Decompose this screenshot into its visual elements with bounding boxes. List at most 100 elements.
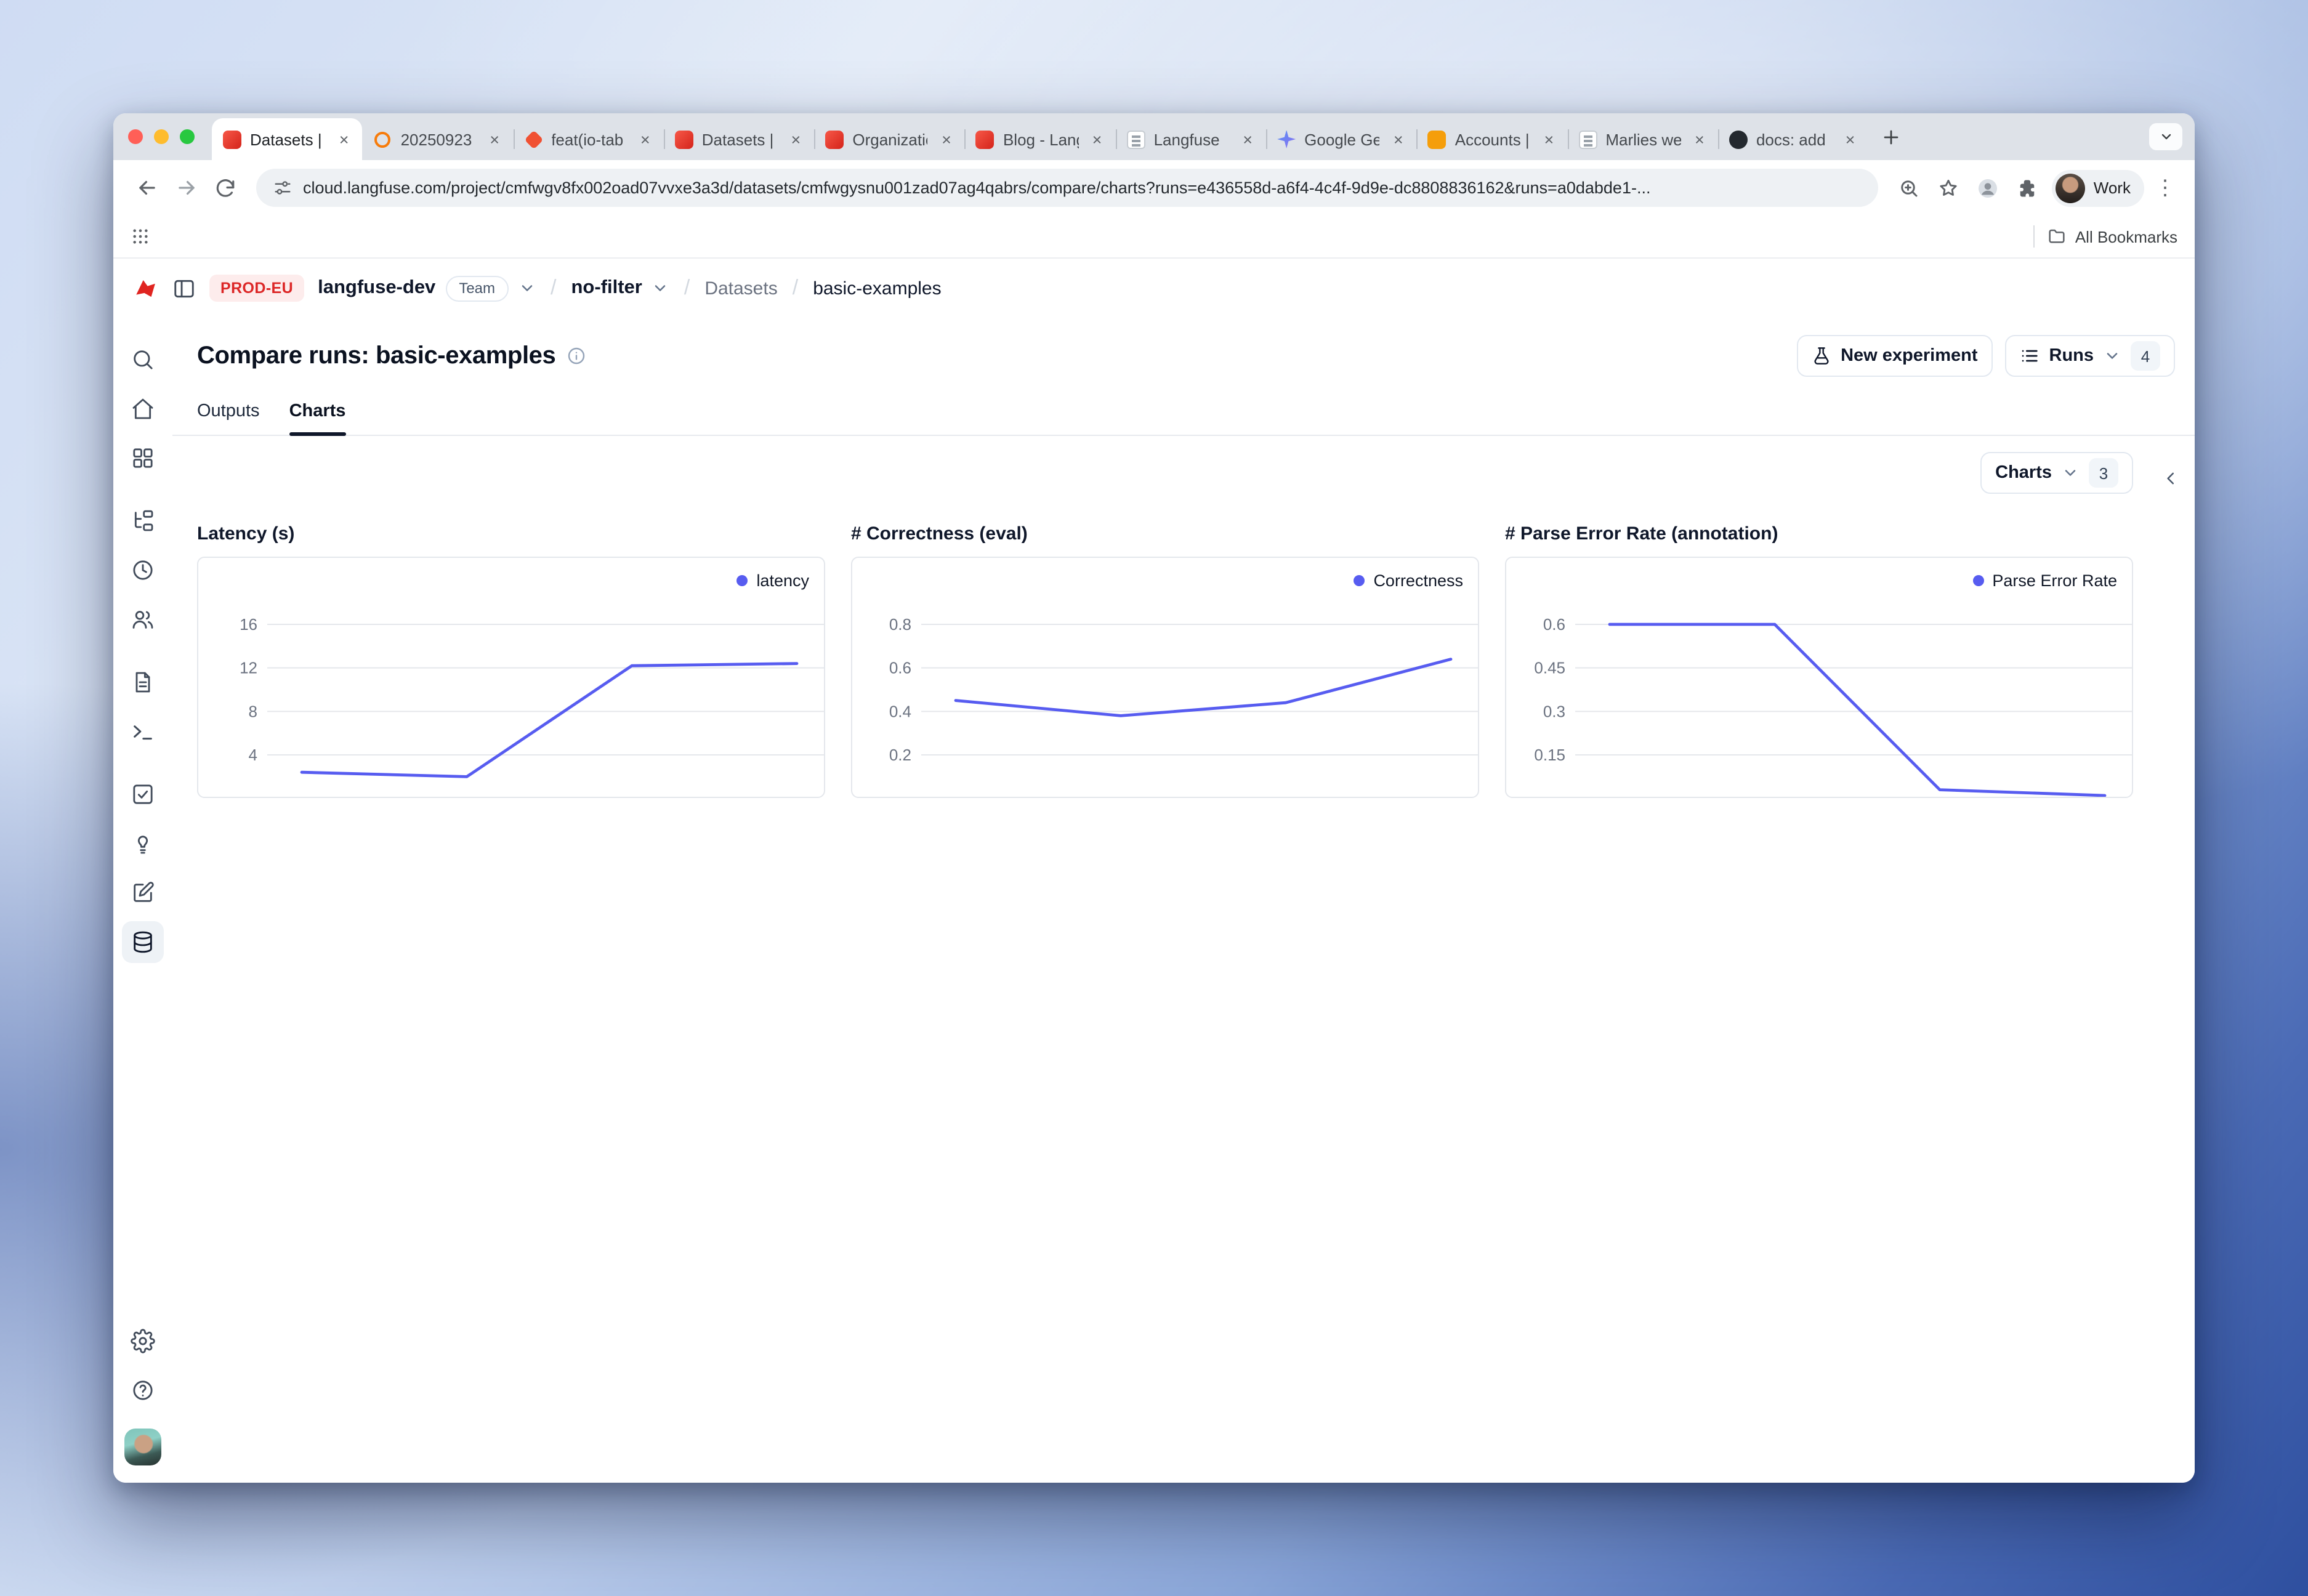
tab-title: Datasets | l	[702, 130, 778, 148]
sidebar-item-search[interactable]	[122, 339, 164, 381]
info-icon[interactable]	[567, 346, 586, 366]
svg-text:8: 8	[249, 702, 257, 720]
site-info-icon[interactable]	[273, 179, 292, 197]
sidebar-item-tracing[interactable]	[122, 500, 164, 542]
sidebar-item-evaluators[interactable]	[122, 823, 164, 864]
app-sidebar	[113, 318, 172, 1483]
browser-tab[interactable]: 20250923 ×	[363, 118, 514, 160]
browser-tab[interactable]: Google Ge ×	[1266, 118, 1417, 160]
bookmarks-bar: All Bookmarks	[113, 216, 2195, 259]
browser-tab[interactable]: Accounts | ×	[1417, 118, 1568, 160]
tab-close-icon[interactable]: ×	[1539, 129, 1559, 149]
charts-filter-row: Charts 3	[197, 452, 2133, 494]
browser-tab[interactable]: Datasets | l ×	[212, 118, 363, 160]
browser-tab-strip: Datasets | l × 20250923 × feat(io-tab × …	[113, 113, 2195, 160]
sidebar-item-annotations[interactable]	[122, 872, 164, 914]
tab-close-icon[interactable]: ×	[1087, 129, 1107, 149]
collapse-panel-button[interactable]	[2155, 463, 2185, 493]
minimize-window-icon[interactable]	[154, 129, 169, 144]
zoom-icon[interactable]	[1890, 169, 1927, 206]
reload-icon[interactable]	[207, 169, 244, 206]
sidebar-item-home[interactable]	[122, 388, 164, 430]
tab-favicon-icon	[1127, 130, 1145, 148]
langfuse-app: PROD-EU langfuse-dev Team / no-filter /	[113, 259, 2195, 1483]
apps-grid-icon[interactable]	[131, 227, 150, 246]
org-switcher[interactable]: langfuse-dev Team	[318, 275, 536, 301]
chart-title: # Parse Error Rate (annotation)	[1505, 523, 2133, 546]
charts-filter-button[interactable]: Charts 3	[1980, 452, 2133, 494]
sidebar-item-prompts[interactable]	[122, 661, 164, 703]
check-square-icon	[131, 782, 155, 807]
sidebar-toggle-icon[interactable]	[172, 276, 196, 300]
browser-tab[interactable]: Marlies we ×	[1567, 118, 1718, 160]
app-body: Compare runs: basic-examples New experim…	[113, 318, 2195, 1483]
chevron-down-icon	[518, 280, 536, 297]
browser-tab[interactable]: Datasets | l ×	[664, 118, 815, 160]
correctness-chart: Correctness 0.80.60.40.2	[851, 557, 1479, 798]
sidebar-item-datasets[interactable]	[122, 921, 164, 963]
tab-close-icon[interactable]: ×	[1690, 129, 1709, 149]
browser-profile-avatar	[2056, 173, 2085, 203]
all-bookmarks-button[interactable]: All Bookmarks	[2047, 227, 2177, 246]
runs-count-badge: 4	[2131, 341, 2160, 371]
main-panel: Compare runs: basic-examples New experim…	[172, 318, 2195, 1483]
database-icon	[131, 930, 155, 954]
tab-close-icon[interactable]: ×	[1841, 129, 1860, 149]
address-bar[interactable]: cloud.langfuse.com/project/cmfwgv8fx002o…	[256, 169, 1878, 207]
browser-profile-chip[interactable]: Work	[2052, 169, 2144, 206]
tab-close-icon[interactable]: ×	[786, 129, 805, 149]
charts-grid: Latency (s) latency 161284 # Correctness…	[197, 509, 2133, 798]
tab-close-icon[interactable]: ×	[636, 129, 655, 149]
zoom-window-icon[interactable]	[180, 129, 195, 144]
tab-title: 20250923	[401, 130, 477, 148]
sidebar-item-scores[interactable]	[122, 773, 164, 815]
account-icon[interactable]	[1969, 169, 2006, 206]
tab-close-icon[interactable]: ×	[334, 129, 354, 149]
browser-tab[interactable]: feat(io-tab ×	[513, 118, 664, 160]
forward-icon[interactable]	[167, 169, 204, 206]
sidebar-item-users[interactable]	[122, 598, 164, 640]
chevron-left-icon	[2161, 469, 2179, 487]
breadcrumb-datasets-link[interactable]: Datasets	[704, 278, 777, 299]
gear-icon	[131, 1329, 155, 1353]
sidebar-item-settings[interactable]	[122, 1320, 164, 1362]
sidebar-item-support[interactable]	[122, 1369, 164, 1411]
bookmark-star-icon[interactable]	[1930, 169, 1967, 206]
browser-profile-label: Work	[2094, 179, 2131, 197]
sidebar-item-sessions[interactable]	[122, 549, 164, 591]
new-experiment-button[interactable]: New experiment	[1796, 335, 1992, 377]
close-window-icon[interactable]	[128, 129, 143, 144]
runs-dropdown-button[interactable]: Runs 4	[2005, 335, 2176, 377]
extensions-icon[interactable]	[2009, 169, 2046, 206]
back-icon[interactable]	[128, 169, 165, 206]
new-tab-button[interactable]	[1874, 119, 1908, 154]
user-avatar[interactable]	[124, 1429, 161, 1465]
sidebar-item-playground[interactable]	[122, 711, 164, 752]
langfuse-logo-icon[interactable]	[133, 275, 159, 301]
tab-close-icon[interactable]: ×	[485, 129, 504, 149]
legend-label: latency	[756, 571, 809, 590]
tab-close-icon[interactable]: ×	[1238, 129, 1257, 149]
browser-tab[interactable]: Blog - Lang ×	[965, 118, 1116, 160]
tab-search-button[interactable]	[2149, 123, 2182, 150]
tab-title: Langfuse	[1154, 130, 1230, 148]
tab-charts[interactable]: Charts	[289, 387, 346, 435]
browser-tab[interactable]: Langfuse ×	[1116, 118, 1267, 160]
tab-close-icon[interactable]: ×	[937, 129, 956, 149]
app-topbar: PROD-EU langfuse-dev Team / no-filter /	[113, 259, 2195, 318]
svg-text:0.2: 0.2	[889, 746, 911, 764]
svg-text:0.8: 0.8	[889, 615, 911, 634]
browser-tab[interactable]: Organizatio ×	[814, 118, 965, 160]
tab-close-icon[interactable]: ×	[1389, 129, 1408, 149]
tab-title: docs: add	[1756, 130, 1832, 148]
project-name: no-filter	[571, 277, 642, 299]
browser-tab[interactable]: docs: add ×	[1718, 118, 1869, 160]
browser-menu-icon[interactable]: ⋮	[2150, 175, 2180, 200]
tab-title: Accounts |	[1455, 130, 1531, 148]
legend-label: Parse Error Rate	[1992, 571, 2117, 590]
tab-outputs[interactable]: Outputs	[197, 387, 260, 435]
tab-favicon-icon	[524, 129, 543, 148]
sidebar-item-dashboards[interactable]	[122, 437, 164, 479]
svg-text:16: 16	[240, 615, 257, 634]
project-switcher[interactable]: no-filter	[571, 277, 669, 299]
